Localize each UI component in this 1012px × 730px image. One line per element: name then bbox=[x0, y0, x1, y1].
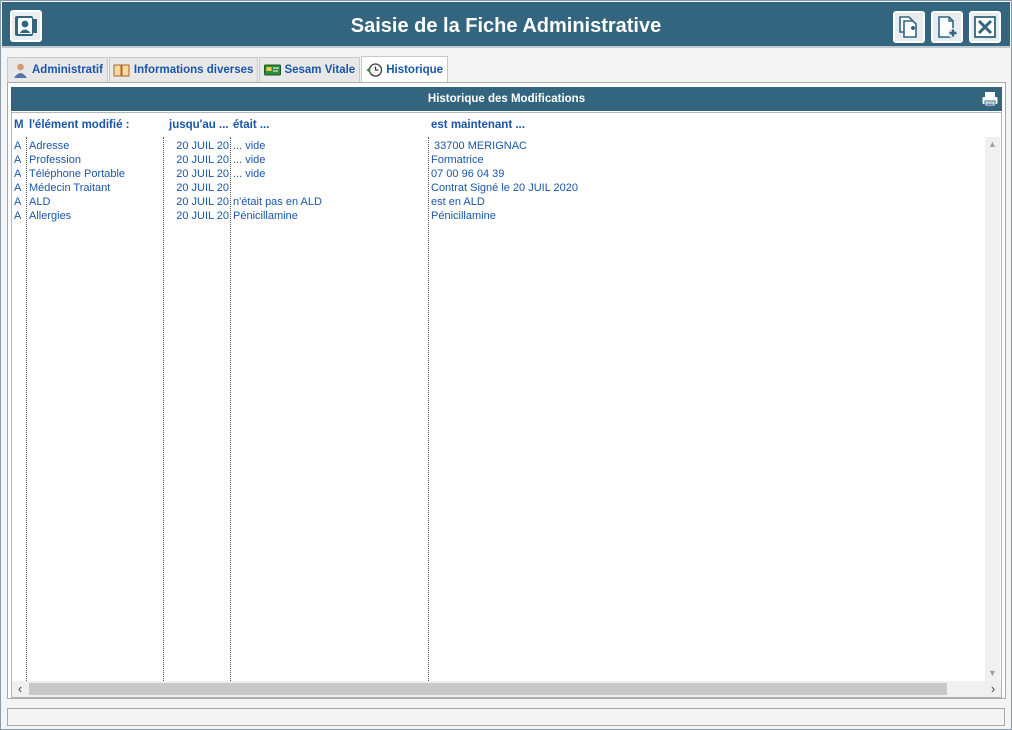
tab-label: Historique bbox=[386, 63, 444, 76]
cell-before: ... vide bbox=[233, 154, 266, 166]
cell-after: Pénicillamine bbox=[431, 210, 496, 222]
window-title: Saisie de la Fiche Administrative bbox=[350, 15, 662, 37]
cell-after: 33700 MERIGNAC bbox=[431, 140, 527, 152]
column-header-before[interactable]: était ... bbox=[233, 119, 269, 131]
cell-date: 20 JUIL 20 bbox=[176, 210, 229, 222]
horizontal-scrollbar[interactable]: ‹ › bbox=[12, 681, 1001, 697]
table-row[interactable]: A ALD 20 JUIL 20 n'était pas en ALD est … bbox=[12, 195, 987, 209]
cell-element: ALD bbox=[29, 196, 51, 208]
table-row[interactable]: A Téléphone Portable 20 JUIL 20 ... vide… bbox=[12, 167, 987, 181]
tab-label: Sesam Vitale bbox=[284, 64, 356, 76]
cell-m: A bbox=[14, 196, 22, 208]
column-header-m[interactable]: M bbox=[14, 119, 24, 131]
cell-date: 20 JUIL 20 bbox=[176, 168, 229, 180]
status-bar bbox=[7, 708, 1005, 726]
tab-administratif[interactable]: Administratif bbox=[7, 57, 108, 82]
cell-element: Médecin Traitant bbox=[29, 182, 111, 194]
tab-bar: Administratif Informations diverses Sesa… bbox=[7, 56, 449, 82]
cell-date: 20 JUIL 20 bbox=[176, 196, 229, 208]
cell-element: Adresse bbox=[29, 140, 70, 152]
cell-before: ... vide bbox=[233, 168, 266, 180]
history-panel: Historique des Modifications M l'élément… bbox=[7, 82, 1006, 699]
scroll-up-icon[interactable]: ▲ bbox=[985, 137, 1000, 152]
scroll-down-icon[interactable]: ▼ bbox=[985, 666, 1000, 681]
cell-before: n'était pas en ALD bbox=[233, 196, 322, 208]
new-document-button[interactable] bbox=[931, 11, 963, 43]
person-icon bbox=[11, 62, 29, 78]
horizontal-scroll-thumb[interactable] bbox=[29, 683, 947, 695]
cell-element: Profession bbox=[29, 154, 81, 166]
column-header-after[interactable]: est maintenant ... bbox=[431, 119, 525, 131]
tab-label: Administratif bbox=[32, 64, 103, 76]
table-row[interactable]: A Adresse 20 JUIL 20 ... vide 33700 MERI… bbox=[12, 139, 987, 153]
history-table: M l'élément modifié : jusqu'au ... était… bbox=[11, 112, 1002, 698]
cell-date: 20 JUIL 20 bbox=[176, 182, 229, 194]
cell-m: A bbox=[14, 140, 22, 152]
book-icon bbox=[113, 62, 131, 78]
close-button[interactable] bbox=[969, 11, 1001, 43]
cell-after: 07 00 96 04 39 bbox=[431, 168, 505, 180]
new-document-icon bbox=[938, 16, 958, 38]
title-bar: Saisie de la Fiche Administrative bbox=[2, 2, 1010, 48]
history-icon bbox=[365, 62, 383, 78]
table-row[interactable]: A Allergies 20 JUIL 20 Pénicillamine Pén… bbox=[12, 209, 987, 223]
cell-before: Pénicillamine bbox=[233, 210, 298, 222]
table-row[interactable]: A Médecin Traitant 20 JUIL 20 Contrat Si… bbox=[12, 181, 987, 195]
cell-after: Formatrice bbox=[431, 154, 484, 166]
column-header-element[interactable]: l'élément modifié : bbox=[29, 119, 130, 131]
scroll-right-icon[interactable]: › bbox=[985, 681, 1001, 697]
print-button[interactable] bbox=[981, 90, 999, 108]
panel-title: Historique des Modifications bbox=[427, 93, 586, 105]
copy-add-icon bbox=[899, 16, 917, 38]
copy-add-button[interactable] bbox=[893, 11, 925, 43]
table-row[interactable]: A Profession 20 JUIL 20 ... vide Formatr… bbox=[12, 153, 987, 167]
cell-element: Allergies bbox=[29, 210, 72, 222]
panel-header: Historique des Modifications bbox=[11, 87, 1002, 111]
scroll-left-icon[interactable]: ‹ bbox=[12, 681, 28, 697]
vertical-scrollbar[interactable]: ▲ ▼ bbox=[985, 137, 1000, 681]
tab-sesam-vitale[interactable]: Sesam Vitale bbox=[259, 57, 361, 82]
printer-icon bbox=[982, 92, 998, 107]
tab-historique[interactable]: Historique bbox=[361, 56, 449, 82]
cell-before: ... vide bbox=[233, 140, 266, 152]
app-window: Saisie de la Fiche Administrative Admini… bbox=[0, 0, 1012, 730]
tab-label: Informations diverses bbox=[133, 64, 254, 76]
cell-m: A bbox=[14, 210, 22, 222]
cell-m: A bbox=[14, 182, 22, 194]
cell-date: 20 JUIL 20 bbox=[176, 154, 229, 166]
cell-after: est en ALD bbox=[431, 196, 485, 208]
close-icon bbox=[974, 16, 996, 38]
cell-m: A bbox=[14, 154, 22, 166]
column-header-date[interactable]: jusqu'au ... bbox=[169, 119, 229, 131]
card-icon bbox=[263, 62, 281, 78]
cell-m: A bbox=[14, 168, 22, 180]
cell-date: 20 JUIL 20 bbox=[176, 140, 229, 152]
cell-after: Contrat Signé le 20 JUIL 2020 bbox=[431, 182, 578, 194]
cell-element: Téléphone Portable bbox=[29, 168, 126, 180]
tab-informations-diverses[interactable]: Informations diverses bbox=[108, 57, 259, 82]
